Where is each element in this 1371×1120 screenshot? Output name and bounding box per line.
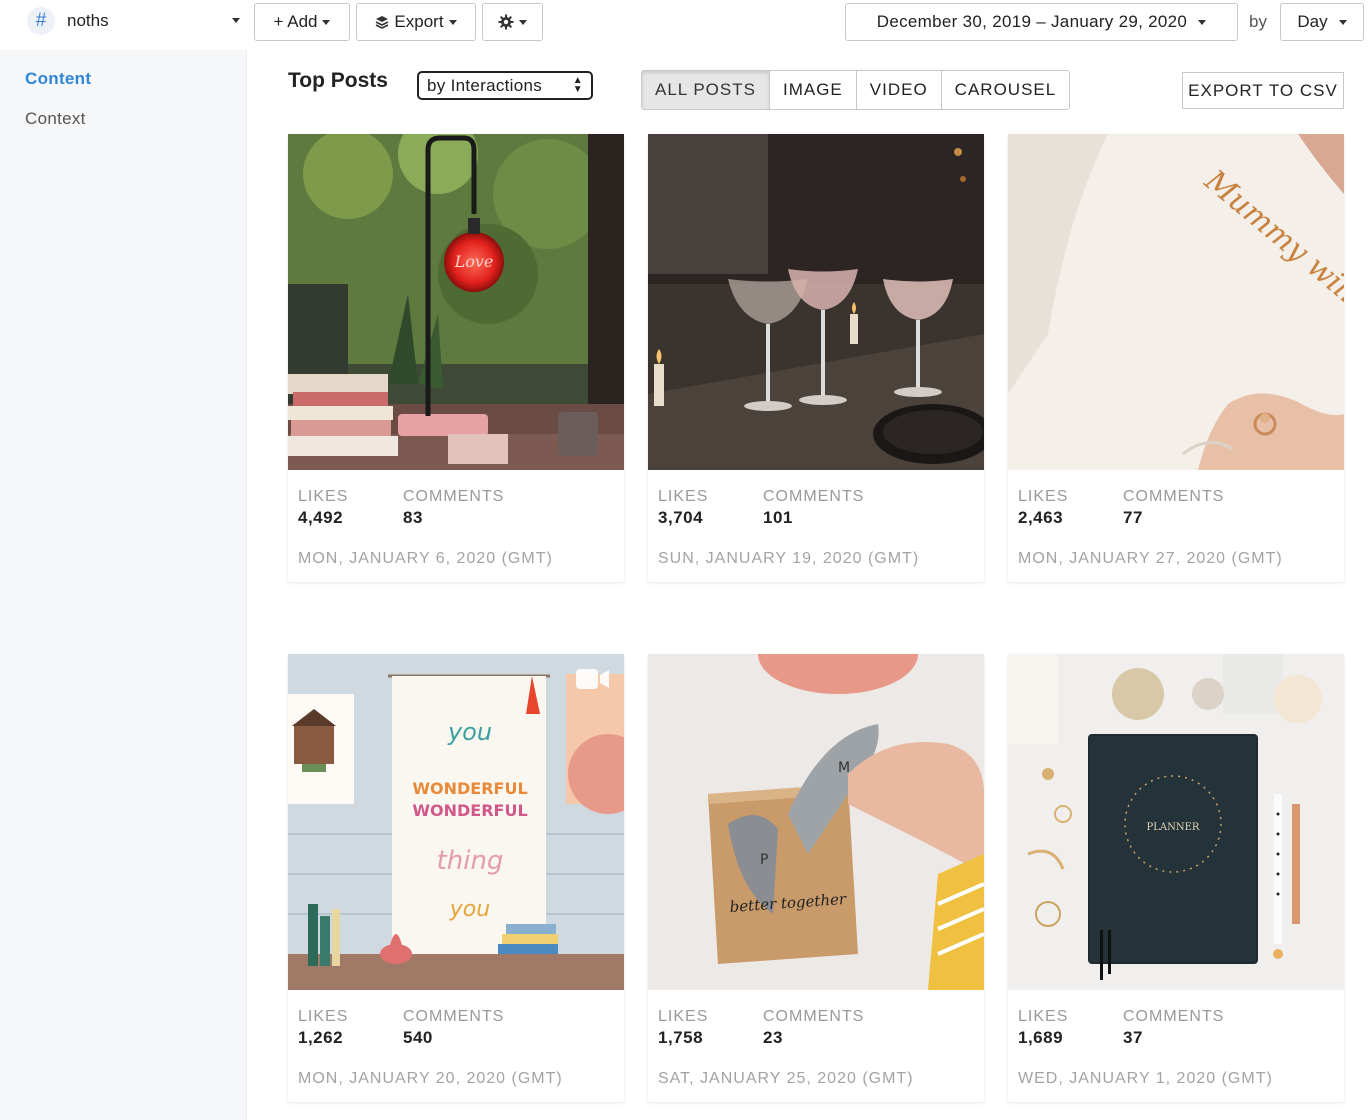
sort-select-value: by Interactions bbox=[427, 75, 543, 95]
by-label: by bbox=[1249, 12, 1267, 31]
heart-letter-p: P bbox=[760, 852, 768, 868]
likes-value: 3,704 bbox=[658, 508, 704, 527]
post-image[interactable]: P M better together bbox=[648, 654, 984, 990]
sidebar-item-content[interactable]: Content bbox=[25, 69, 91, 89]
post-image[interactable]: Love bbox=[288, 134, 624, 470]
post-card[interactable]: P M better together LIKES COMMENTS 1,758… bbox=[648, 654, 984, 1102]
comments-value: 83 bbox=[403, 508, 423, 527]
comments-label: COMMENTS bbox=[763, 1008, 865, 1025]
likes-label: LIKES bbox=[658, 1008, 709, 1025]
post-image[interactable]: Mummy will you marry my Daddy? bbox=[1008, 134, 1344, 470]
post-date: WED, JANUARY 1, 2020 (GMT) bbox=[1018, 1070, 1273, 1087]
post-image[interactable]: PLANNER bbox=[1008, 654, 1344, 990]
post-date: MON, JANUARY 6, 2020 (GMT) bbox=[298, 550, 553, 567]
post-image[interactable]: you WONDERFUL WONDERFUL thing you bbox=[288, 654, 624, 990]
chevron-down-icon bbox=[1198, 19, 1207, 25]
likes-value: 4,492 bbox=[298, 508, 344, 527]
post-card[interactable]: Love LIKES COMMENTS 4,492 83 MON, JANUAR… bbox=[288, 134, 624, 582]
banner-line-1: you bbox=[447, 718, 492, 746]
comments-value: 540 bbox=[403, 1028, 433, 1047]
add-button-label: + Add bbox=[273, 12, 318, 31]
comments-label: COMMENTS bbox=[763, 488, 865, 505]
comments-label: COMMENTS bbox=[403, 1008, 505, 1025]
banner-line-5: you bbox=[449, 897, 490, 922]
filter-image[interactable]: IMAGE bbox=[768, 71, 856, 109]
lamp-text: Love bbox=[454, 252, 494, 271]
date-range-label: December 30, 2019 – January 29, 2020 bbox=[876, 12, 1188, 31]
likes-value: 1,262 bbox=[298, 1028, 344, 1047]
account-selector[interactable]: # noths bbox=[14, 4, 246, 38]
comments-value: 101 bbox=[763, 508, 793, 527]
post-type-filter: ALL POSTS IMAGE VIDEO CAROUSEL bbox=[641, 70, 1071, 110]
layers-icon bbox=[376, 16, 389, 29]
likes-value: 1,758 bbox=[658, 1028, 704, 1047]
comments-label: COMMENTS bbox=[1123, 1008, 1225, 1025]
banner-line-2: WONDERFUL bbox=[412, 779, 527, 798]
sidebar: Content Context bbox=[0, 50, 247, 1120]
filter-all-posts[interactable]: ALL POSTS bbox=[642, 71, 769, 109]
heart-letter-m: M bbox=[838, 760, 850, 776]
likes-label: LIKES bbox=[1018, 488, 1069, 505]
page-title: Top Posts bbox=[288, 69, 388, 92]
comments-label: COMMENTS bbox=[403, 488, 505, 505]
filter-carousel[interactable]: CAROUSEL bbox=[940, 71, 1070, 109]
gear-icon bbox=[498, 14, 514, 30]
hashtag-icon: # bbox=[27, 7, 55, 35]
likes-value: 2,463 bbox=[1018, 508, 1064, 527]
comments-label: COMMENTS bbox=[1123, 488, 1225, 505]
interval-dropdown[interactable]: Day bbox=[1280, 3, 1364, 41]
post-card[interactable]: Mummy will you marry my Daddy? LIKES COM… bbox=[1008, 134, 1344, 582]
likes-label: LIKES bbox=[658, 488, 709, 505]
select-arrows-icon: ▲ ▼ bbox=[572, 75, 583, 95]
comments-value: 77 bbox=[1123, 508, 1143, 527]
sort-select[interactable]: by Interactions ▲ ▼ bbox=[417, 71, 593, 100]
video-camera-icon bbox=[576, 669, 609, 689]
comments-value: 37 bbox=[1123, 1028, 1143, 1047]
chevron-down-icon bbox=[232, 18, 240, 23]
sidebar-item-context[interactable]: Context bbox=[25, 109, 86, 129]
likes-label: LIKES bbox=[298, 1008, 349, 1025]
likes-label: LIKES bbox=[1018, 1008, 1069, 1025]
post-date: SUN, JANUARY 19, 2020 (GMT) bbox=[658, 550, 920, 567]
planner-title: PLANNER bbox=[1147, 822, 1200, 833]
chevron-down-icon bbox=[1338, 19, 1347, 25]
banner-line-4: thing bbox=[437, 846, 504, 876]
chevron-down-icon bbox=[519, 19, 527, 25]
post-date: MON, JANUARY 20, 2020 (GMT) bbox=[298, 1070, 563, 1087]
filter-video[interactable]: VIDEO bbox=[855, 71, 941, 109]
post-card[interactable]: you WONDERFUL WONDERFUL thing you LIKES … bbox=[288, 654, 624, 1102]
account-name: noths bbox=[67, 11, 109, 30]
add-button[interactable]: + Add bbox=[254, 3, 350, 41]
chevron-down-icon bbox=[448, 19, 457, 25]
post-card[interactable]: LIKES COMMENTS 3,704 101 SUN, JANUARY 19… bbox=[648, 134, 984, 582]
banner-line-3: WONDERFUL bbox=[412, 801, 527, 820]
interval-label: Day bbox=[1297, 12, 1328, 31]
post-card[interactable]: PLANNER LIKES COMMENTS 1,689 37 WED, JAN… bbox=[1008, 654, 1344, 1102]
date-range-picker[interactable]: December 30, 2019 – January 29, 2020 bbox=[845, 3, 1238, 41]
chevron-down-icon bbox=[322, 19, 331, 25]
settings-button[interactable] bbox=[482, 3, 543, 41]
comments-value: 23 bbox=[763, 1028, 783, 1047]
post-image[interactable] bbox=[648, 134, 984, 470]
export-button[interactable]: Export bbox=[356, 3, 476, 41]
likes-label: LIKES bbox=[298, 488, 349, 505]
export-button-label: Export bbox=[394, 12, 444, 31]
post-date: SAT, JANUARY 25, 2020 (GMT) bbox=[658, 1070, 914, 1087]
top-toolbar: # noths + Add Export December 30, 2019 –… bbox=[0, 0, 1371, 50]
export-csv-button[interactable]: EXPORT TO CSV bbox=[1182, 72, 1344, 109]
post-date: MON, JANUARY 27, 2020 (GMT) bbox=[1018, 550, 1283, 567]
likes-value: 1,689 bbox=[1018, 1028, 1064, 1047]
